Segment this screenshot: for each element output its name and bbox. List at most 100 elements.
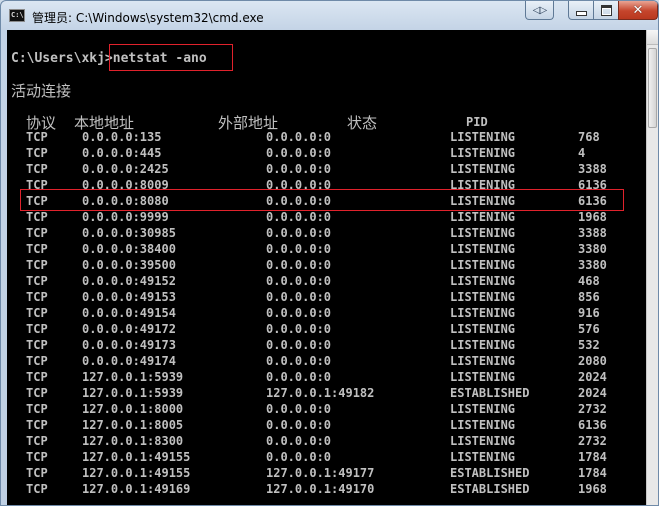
table-row: TCP 0.0.0.0:30985 0.0.0.0:0 LISTENING 3388 xyxy=(7,225,646,241)
table-row: TCP 0.0.0.0:49153 0.0.0.0:0 LISTENING 856 xyxy=(7,289,646,305)
minimize-button[interactable] xyxy=(568,1,594,20)
cell-foreign: 127.0.0.1:49177 xyxy=(266,466,375,480)
cell-local: 127.0.0.1:49155 xyxy=(82,466,191,480)
cell-local: 0.0.0.0:49172 xyxy=(82,322,176,336)
table-row: TCP 0.0.0.0:135 0.0.0.0:0 LISTENING 768 xyxy=(7,129,646,145)
table-row: TCP 0.0.0.0:2425 0.0.0.0:0 LISTENING 3388 xyxy=(7,161,646,177)
cell-proto: TCP xyxy=(26,434,48,448)
cell-foreign: 127.0.0.1:49182 xyxy=(266,386,375,400)
cell-state: LISTENING xyxy=(450,402,516,416)
table-row: TCP 127.0.0.1:49155 127.0.0.1:49177 ESTABLI… xyxy=(7,465,646,481)
cell-pid: 2024 xyxy=(578,370,607,384)
table-row: TCP 0.0.0.0:38400 0.0.0.0:0 LISTENING 3380 xyxy=(7,241,646,257)
cell-proto: TCP xyxy=(26,402,48,416)
cell-proto: TCP xyxy=(26,162,48,176)
column-header-pid: PID xyxy=(466,115,488,129)
close-button[interactable]: ✕ xyxy=(618,1,658,20)
cell-foreign: 0.0.0.0:0 xyxy=(266,162,332,176)
cell-state: LISTENING xyxy=(450,306,516,320)
cell-state: ESTABLISHED xyxy=(450,386,530,400)
console-output[interactable]: C:\Users\xkj>netstat -ano 活动连接 协议 本地地址 外… xyxy=(7,30,646,505)
cell-state: LISTENING xyxy=(450,258,516,272)
cell-proto: TCP xyxy=(26,130,48,144)
cell-proto: TCP xyxy=(26,306,48,320)
window-title: 管理员: C:\Windows\system32\cmd.exe xyxy=(32,11,264,25)
minimize-icon xyxy=(575,10,587,16)
cell-state: LISTENING xyxy=(450,338,516,352)
cell-foreign: 0.0.0.0:0 xyxy=(266,306,332,320)
cell-state: LISTENING xyxy=(450,146,516,160)
cell-pid: 4 xyxy=(578,146,586,160)
cell-proto: TCP xyxy=(26,146,48,160)
cell-proto: TCP xyxy=(26,290,48,304)
cell-proto: TCP xyxy=(26,242,48,256)
cell-pid: 3388 xyxy=(578,226,607,240)
cell-pid: 1784 xyxy=(578,450,607,464)
table-row: TCP 127.0.0.1:8005 0.0.0.0:0 LISTENING 6136 xyxy=(7,417,646,433)
cell-local: 127.0.0.1:5939 xyxy=(82,386,184,400)
title-bar[interactable]: C:\ 管理员: C:\Windows\system32\cmd.exe ◁▷ … xyxy=(1,1,658,30)
cell-proto: TCP xyxy=(26,338,48,352)
maximize-button[interactable] xyxy=(593,1,619,20)
cmd-window: C:\ 管理员: C:\Windows\system32\cmd.exe ◁▷ … xyxy=(0,0,659,506)
close-icon: ✕ xyxy=(632,2,644,18)
cell-foreign: 0.0.0.0:0 xyxy=(266,418,332,432)
restore-mini-button[interactable]: ◁▷ xyxy=(525,1,554,20)
maximize-icon xyxy=(600,4,612,16)
cell-state: LISTENING xyxy=(450,226,516,240)
cell-pid: 6136 xyxy=(578,418,607,432)
cell-proto: TCP xyxy=(26,258,48,272)
cell-foreign: 0.0.0.0:0 xyxy=(266,402,332,416)
cell-foreign: 127.0.0.1:49170 xyxy=(266,482,375,496)
scroll-up-button[interactable] xyxy=(647,30,658,45)
scroll-thumb[interactable] xyxy=(648,48,657,128)
cell-foreign: 0.0.0.0:0 xyxy=(266,450,332,464)
cell-proto: TCP xyxy=(26,274,48,288)
cell-foreign: 0.0.0.0:0 xyxy=(266,130,332,144)
cell-local: 0.0.0.0:49173 xyxy=(82,338,176,352)
cell-pid: 2024 xyxy=(578,386,607,400)
cell-state: ESTABLISHED xyxy=(450,466,530,480)
cell-pid: 2080 xyxy=(578,354,607,368)
cell-local: 127.0.0.1:8300 xyxy=(82,434,184,448)
cell-proto: TCP xyxy=(26,466,48,480)
cell-pid: 1968 xyxy=(578,210,607,224)
cell-state: LISTENING xyxy=(450,450,516,464)
command-highlight-box xyxy=(109,44,233,71)
cell-local: 0.0.0.0:38400 xyxy=(82,242,176,256)
table-row: TCP 0.0.0.0:49173 0.0.0.0:0 LISTENING 532 xyxy=(7,337,646,353)
table-row: TCP 127.0.0.1:49155 0.0.0.0:0 LISTENING 1784 xyxy=(7,449,646,465)
cell-pid: 2732 xyxy=(578,434,607,448)
cell-pid: 576 xyxy=(578,322,600,336)
cell-pid: 1968 xyxy=(578,482,607,496)
cell-state: LISTENING xyxy=(450,418,516,432)
cmd-icon[interactable]: C:\ xyxy=(9,9,25,22)
cell-local: 0.0.0.0:49153 xyxy=(82,290,176,304)
table-row: TCP 127.0.0.1:5939 127.0.0.1:49182 ESTABLIS… xyxy=(7,385,646,401)
restore-mini-icon: ◁▷ xyxy=(532,4,547,16)
table-row: TCP 0.0.0.0:49152 0.0.0.0:0 LISTENING 468 xyxy=(7,273,646,289)
vertical-scrollbar[interactable] xyxy=(646,30,658,505)
cell-foreign: 0.0.0.0:0 xyxy=(266,242,332,256)
cell-foreign: 0.0.0.0:0 xyxy=(266,338,332,352)
cell-state: LISTENING xyxy=(450,274,516,288)
cell-proto: TCP xyxy=(26,226,48,240)
cell-pid: 532 xyxy=(578,338,600,352)
cell-state: LISTENING xyxy=(450,130,516,144)
cell-local: 127.0.0.1:49155 xyxy=(82,450,191,464)
cell-foreign: 0.0.0.0:0 xyxy=(266,210,332,224)
table-row: TCP 0.0.0.0:49174 0.0.0.0:0 LISTENING 2080 xyxy=(7,353,646,369)
cell-foreign: 0.0.0.0:0 xyxy=(266,434,332,448)
prompt-path: C:\Users\xkj> xyxy=(11,51,113,66)
cell-pid: 3380 xyxy=(578,242,607,256)
cell-proto: TCP xyxy=(26,418,48,432)
table-row: TCP 0.0.0.0:39500 0.0.0.0:0 LISTENING 3380 xyxy=(7,257,646,273)
cell-foreign: 0.0.0.0:0 xyxy=(266,258,332,272)
table-row: TCP 0.0.0.0:9999 0.0.0.0:0 LISTENING 1968 xyxy=(7,209,646,225)
cell-pid: 1784 xyxy=(578,466,607,480)
cell-foreign: 0.0.0.0:0 xyxy=(266,146,332,160)
cell-pid: 3380 xyxy=(578,258,607,272)
cell-local: 0.0.0.0:49154 xyxy=(82,306,176,320)
table-row: TCP 127.0.0.1:49169 127.0.0.1:49170 ESTABLI… xyxy=(7,481,646,497)
cell-local: 0.0.0.0:445 xyxy=(82,146,162,160)
